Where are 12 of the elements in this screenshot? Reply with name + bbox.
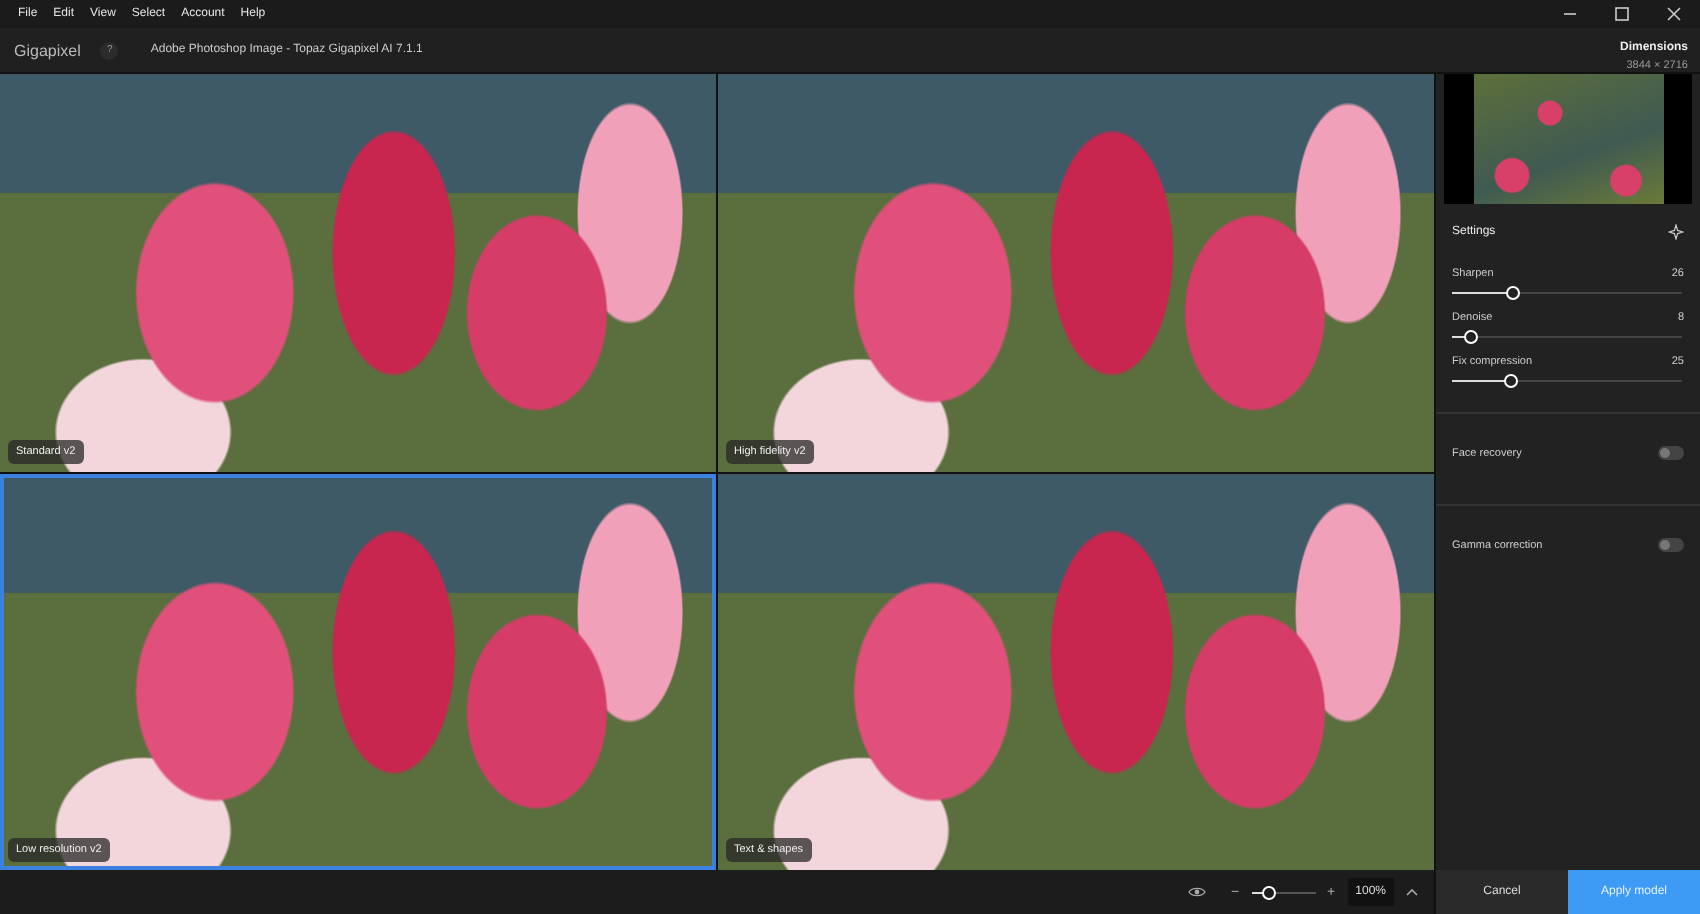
close-icon <box>1666 6 1682 22</box>
slider-thumb[interactable] <box>1505 286 1520 300</box>
eye-icon[interactable] <box>1188 886 1207 898</box>
caret-icon[interactable] <box>1406 888 1418 896</box>
toggle-switch[interactable] <box>1658 446 1684 460</box>
slider-thumb[interactable] <box>1464 330 1479 344</box>
maximize-icon <box>1614 6 1630 22</box>
sparkle-icon[interactable] <box>1668 224 1684 240</box>
app-name: Gigapixel <box>14 41 81 59</box>
zoom-slider-thumb[interactable] <box>1261 885 1276 899</box>
slider-thumb[interactable] <box>1503 374 1518 388</box>
toggle-switch[interactable] <box>1658 538 1684 552</box>
